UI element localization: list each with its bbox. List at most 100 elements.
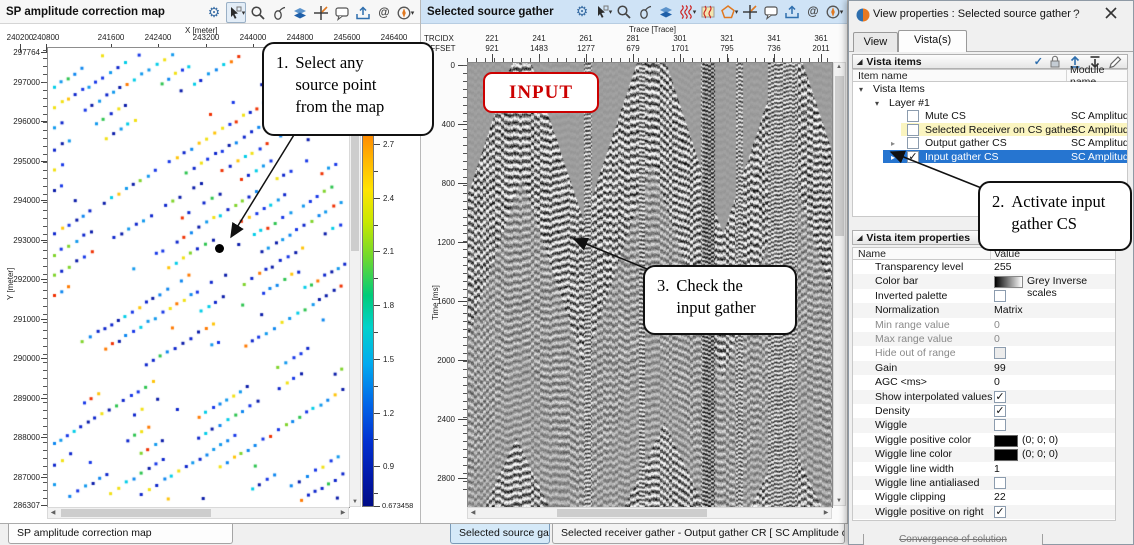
expander-open-icon[interactable]: ▾ — [859, 85, 863, 94]
prop-value[interactable]: 0 — [994, 333, 1000, 345]
toolbar-layers-button[interactable] — [657, 2, 675, 21]
toolbar-crosshair-button[interactable] — [312, 3, 330, 22]
selected-source-point[interactable] — [215, 244, 224, 253]
check-icon[interactable]: ✓ — [1034, 55, 1043, 68]
scroll-left-arrow[interactable]: ◀ — [48, 510, 58, 516]
toolbar-gear-button[interactable]: ⚙ — [205, 3, 223, 22]
prop-row-gain[interactable]: Gain99 — [853, 361, 1115, 375]
toolbar-compass-button[interactable]: ▾ — [825, 2, 843, 21]
prop-row-transparency-level[interactable]: Transparency level255 — [853, 260, 1115, 274]
expander-closed-icon[interactable]: ▸ — [891, 139, 895, 148]
tree-row-layer-1[interactable]: ▾Layer #1 — [853, 96, 1127, 110]
prop-row-color-bar[interactable]: Color barGrey Inverse scales — [853, 274, 1115, 288]
lock-icon[interactable] — [1047, 54, 1063, 70]
toolbar-export-button[interactable] — [354, 3, 372, 22]
prop-checkbox[interactable] — [994, 347, 1006, 359]
tab-view[interactable]: View — [853, 32, 898, 52]
prop-value[interactable]: 99 — [994, 362, 1006, 374]
scroll-down-arrow[interactable]: ▼ — [834, 498, 844, 504]
toolbar-comment-button[interactable] — [333, 3, 351, 22]
chevron-down-icon[interactable]: ▾ — [735, 8, 739, 16]
prop-checkbox[interactable] — [994, 419, 1006, 431]
toolbar-annotation-button[interactable]: @ — [375, 3, 393, 22]
scrollbar-thumb[interactable] — [835, 76, 844, 236]
prop-value[interactable]: 255 — [994, 261, 1012, 273]
prop-value[interactable]: 0 — [994, 319, 1000, 331]
prop-checkbox[interactable]: ✓ — [994, 405, 1006, 417]
tree-row-mute-cs[interactable]: Mute CSSC Amplitude c — [853, 109, 1127, 123]
prop-row-wiggle-positive-color[interactable]: Wiggle positive color(0; 0; 0) — [853, 433, 1115, 447]
prop-row-inverted-palette[interactable]: Inverted palette — [853, 289, 1115, 303]
chevron-down-icon[interactable]: ▾ — [411, 9, 415, 17]
prop-checkbox[interactable] — [994, 290, 1006, 302]
prop-checkbox[interactable]: ✓ — [994, 506, 1006, 518]
chevron-down-icon[interactable]: ▾ — [693, 8, 697, 16]
prop-row-wiggle-line-antialiased[interactable]: Wiggle line antialiased — [853, 476, 1115, 490]
document-tab-3[interactable]: Selected receiver gather - Output gather… — [552, 524, 845, 544]
prop-row-min-range-value[interactable]: Min range value0 — [853, 318, 1115, 332]
prop-col-name[interactable]: Name — [853, 248, 886, 260]
prop-value[interactable]: (0; 0; 0) — [1022, 448, 1058, 460]
tree-checkbox[interactable]: ✓ — [907, 151, 919, 163]
color-swatch[interactable] — [994, 435, 1018, 447]
prop-value[interactable]: 22 — [994, 491, 1006, 503]
prop-value[interactable]: (0; 0; 0) — [1022, 434, 1058, 446]
toolbar-comment-button[interactable] — [762, 2, 780, 21]
prop-row-wiggle-positive-on-right[interactable]: Wiggle positive on right✓ — [853, 505, 1115, 519]
color-swatch[interactable] — [994, 449, 1018, 461]
toolbar-export-button[interactable] — [783, 2, 801, 21]
prop-value[interactable]: Matrix — [994, 304, 1023, 316]
expander-open-icon[interactable]: ▾ — [875, 99, 879, 108]
scroll-down-arrow[interactable]: ▼ — [350, 499, 360, 505]
chevron-down-icon[interactable]: ▾ — [609, 8, 613, 16]
scrollbar-thumb[interactable] — [61, 509, 211, 517]
prop-value[interactable]: 1 — [994, 463, 1000, 475]
prop-checkbox[interactable]: ✓ — [994, 391, 1006, 403]
toolbar-zoom-button[interactable] — [615, 2, 633, 21]
prop-row-hide-out-of-range[interactable]: Hide out of range — [853, 346, 1115, 360]
scrollbar-thumb[interactable] — [557, 509, 707, 517]
gather-vertical-scrollbar[interactable]: ▲▼ — [833, 62, 846, 506]
scroll-right-arrow[interactable]: ▶ — [338, 510, 348, 516]
toolbar-wiggle-density-button[interactable] — [699, 2, 717, 21]
grey-inverse-gradient-swatch[interactable] — [994, 276, 1023, 288]
tree-row-vista-items[interactable]: ▾Vista Items — [853, 82, 1127, 96]
toolbar-pick-button[interactable] — [270, 3, 288, 22]
tree-col-item-name[interactable]: Item name — [853, 70, 908, 82]
toolbar-select-button[interactable]: ▾ — [594, 2, 612, 21]
gather-horizontal-scrollbar[interactable]: ◀▶ — [467, 507, 832, 519]
prop-row-wiggle-line-color[interactable]: Wiggle line color(0; 0; 0) — [853, 447, 1115, 461]
prop-row-wiggle-clipping[interactable]: Wiggle clipping22 — [853, 490, 1115, 504]
scroll-left-arrow[interactable]: ◀ — [468, 510, 478, 516]
prop-checkbox[interactable] — [994, 477, 1006, 489]
toolbar-compass-button[interactable]: ▾ — [396, 3, 414, 22]
scroll-up-arrow[interactable]: ▲ — [834, 64, 844, 70]
tree-checkbox[interactable] — [907, 137, 919, 149]
prop-row-density[interactable]: Density✓ — [853, 404, 1115, 418]
close-button[interactable] — [1103, 5, 1119, 21]
tree-checkbox[interactable] — [907, 124, 919, 136]
tree-row-input-gather-cs[interactable]: ▸✓Input gather CSSC Amplitude c — [853, 150, 1127, 164]
toolbar-annotation-button[interactable]: @ — [804, 2, 822, 21]
document-tab-2[interactable]: Selected source gat... — [450, 524, 550, 544]
toolbar-layers-button[interactable] — [291, 3, 309, 22]
prop-row-show-interpolated-values[interactable]: Show interpolated values✓ — [853, 390, 1115, 404]
tree-row-selected-receiver-on-cs-gather[interactable]: Selected Receiver on CS gatherSC Amplitu… — [853, 123, 1127, 137]
prop-row-wiggle-line-width[interactable]: Wiggle line width1 — [853, 462, 1115, 476]
tree-row-output-gather-cs[interactable]: ▸Output gather CSSC Amplitude c — [853, 136, 1127, 150]
convergence-tab[interactable]: Convergence of solution — [863, 534, 1043, 545]
prop-row-normalization[interactable]: NormalizationMatrix — [853, 303, 1115, 317]
prop-row-agc-ms-[interactable]: AGC <ms>0 — [853, 375, 1115, 389]
toolbar-wiggle-button[interactable]: ▾ — [678, 2, 696, 21]
toolbar-pick-button[interactable] — [636, 2, 654, 21]
chevron-down-icon[interactable]: ▾ — [840, 8, 844, 16]
toolbar-crosshair-button[interactable] — [741, 2, 759, 21]
toolbar-polygon-button[interactable]: ▾ — [720, 2, 738, 21]
toolbar-gear-button[interactable]: ⚙ — [573, 2, 591, 21]
document-tab-1[interactable]: SP amplitude correction map — [8, 524, 233, 544]
prop-row-max-range-value[interactable]: Max range value0 — [853, 332, 1115, 346]
map-horizontal-scrollbar[interactable]: ◀▶ — [47, 507, 349, 519]
toolbar-zoom-button[interactable] — [249, 3, 267, 22]
prop-value[interactable]: 0 — [994, 376, 1000, 388]
chevron-down-icon[interactable]: ▾ — [242, 9, 246, 17]
